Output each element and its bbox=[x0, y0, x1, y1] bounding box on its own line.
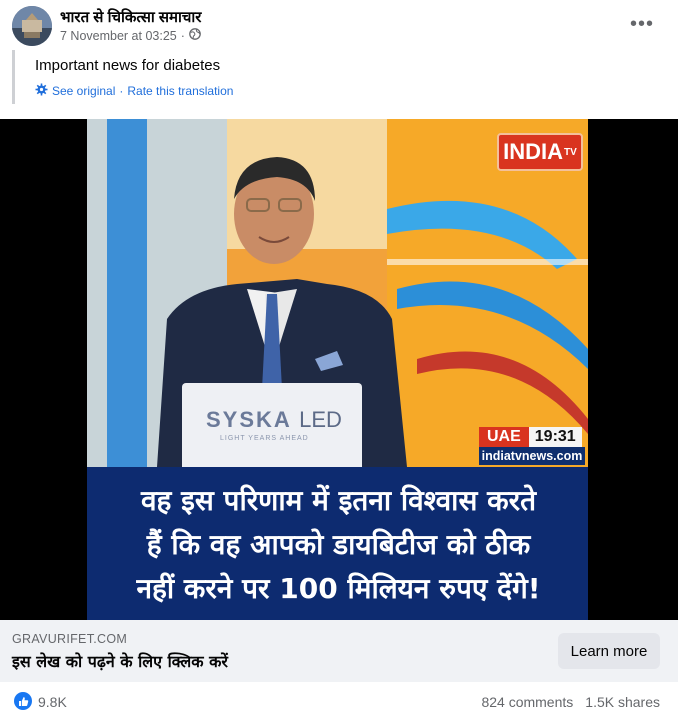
caption-line-1: वह इस परिणाम में इतना विश्वास करते bbox=[140, 484, 537, 517]
page-name[interactable]: भारत से चिकित्सा समाचार bbox=[60, 7, 201, 27]
facebook-post: भारत से चिकित्सा समाचार 7 November at 03… bbox=[0, 0, 678, 717]
desk-sign: SYSKA LED LIGHT YEARS AHEAD bbox=[182, 383, 362, 467]
desk-brand-name: SYSKA bbox=[206, 407, 291, 432]
desk-tagline: LIGHT YEARS AHEAD bbox=[220, 435, 309, 442]
link-preview[interactable]: GRAVURIFET.COM इस लेख को पढ़ने के लिए क्… bbox=[0, 620, 678, 682]
desk-brand-suffix: LED bbox=[299, 407, 342, 432]
shares-count[interactable]: 1.5K shares bbox=[585, 694, 660, 710]
more-dots-icon: ••• bbox=[629, 12, 654, 35]
link-domain: GRAVURIFET.COM bbox=[12, 632, 128, 646]
channel-logo: INDIA TV bbox=[497, 133, 583, 171]
reaction-count[interactable]: 9.8K bbox=[38, 694, 67, 710]
learn-more-button[interactable]: Learn more bbox=[558, 633, 660, 669]
meta-separator: · bbox=[180, 28, 185, 43]
broadcast-clock: UAE 19:31 bbox=[479, 427, 582, 447]
see-original-link[interactable]: See original bbox=[52, 84, 115, 98]
caption-line-3: नहीं करने पर 100 मिलियन रुपए देंगे! bbox=[136, 572, 541, 605]
post-media[interactable]: SYSKA LED LIGHT YEARS AHEAD INDIA TV UAE … bbox=[0, 119, 678, 620]
post-header: भारत से चिकित्सा समाचार 7 November at 03… bbox=[0, 0, 678, 48]
gear-icon[interactable] bbox=[35, 83, 48, 99]
engagement-stats: 9.8K 824 comments 1.5K shares bbox=[0, 682, 678, 717]
video-caption: वह इस परिणाम में इतना विश्वास करते हैं क… bbox=[87, 467, 588, 620]
comments-count[interactable]: 824 comments bbox=[481, 694, 573, 710]
clock-time: 19:31 bbox=[528, 427, 582, 447]
region-label: UAE bbox=[479, 427, 529, 447]
desk-brand: SYSKA LED bbox=[206, 407, 342, 433]
like-icon[interactable] bbox=[14, 692, 32, 710]
link-title[interactable]: इस लेख को पढ़ने के लिए क्लिक करें bbox=[12, 650, 228, 672]
comment-share-counts: 824 comments 1.5K shares bbox=[481, 694, 660, 710]
translated-text-block: Important news for diabetes See original… bbox=[12, 50, 612, 104]
channel-website: indiatvnews.com bbox=[479, 447, 585, 465]
globe-icon[interactable] bbox=[189, 28, 201, 43]
post-timestamp[interactable]: 7 November at 03:25 bbox=[60, 29, 177, 43]
rate-translation-link[interactable]: Rate this translation bbox=[127, 84, 233, 98]
caption-line-2: हैं कि वह आपको डायबिटीज को ठीक bbox=[146, 528, 531, 561]
more-options-button[interactable]: ••• bbox=[628, 10, 656, 38]
page-avatar[interactable] bbox=[12, 6, 52, 46]
channel-logo-suffix: TV bbox=[564, 146, 577, 158]
channel-logo-text: INDIA bbox=[503, 139, 564, 164]
translation-links: See original · Rate this translation bbox=[35, 83, 233, 99]
post-meta: 7 November at 03:25 · bbox=[60, 28, 201, 43]
link-separator: · bbox=[119, 84, 124, 98]
video-frame[interactable]: SYSKA LED LIGHT YEARS AHEAD INDIA TV UAE … bbox=[87, 119, 588, 620]
post-text: Important news for diabetes bbox=[35, 57, 221, 74]
